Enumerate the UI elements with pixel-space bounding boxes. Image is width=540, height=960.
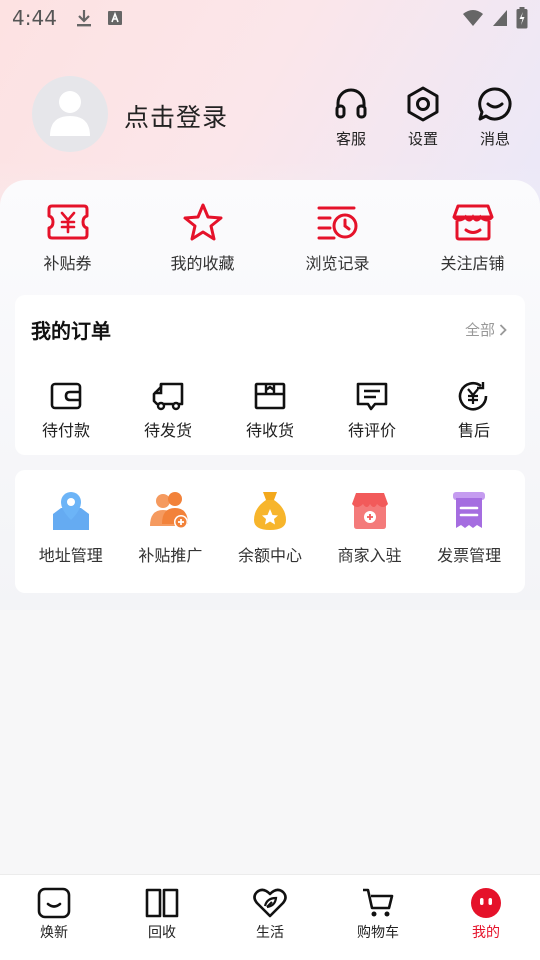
status-time: 4:44 [12,6,57,30]
smile-box-icon [37,887,71,919]
history-icon [317,206,357,240]
settings-label: 设置 [407,130,438,148]
font-badge-icon [107,11,122,25]
star-icon [183,203,222,241]
orders-view-all-label: 全部 [464,321,495,339]
nav-label: 焕新 [40,925,68,941]
quick-link-label: 关注店铺 [440,254,505,273]
quick-link-coupons[interactable]: 补贴券 [0,202,135,274]
truck-icon [152,382,184,411]
wallet-icon [50,382,82,410]
order-item-label: 待收货 [245,421,294,440]
customer-service-button[interactable]: 客服 [321,86,381,149]
money-bag-icon [253,492,286,530]
tool-label: 余额中心 [237,546,302,565]
users-add-icon [150,492,189,529]
order-pending-shipment[interactable]: 待发货 [117,381,219,441]
quick-link-label: 我的收藏 [170,254,235,273]
messages-button[interactable]: 消息 [465,86,525,149]
order-after-sales[interactable]: 售后 [423,381,525,441]
quick-link-label: 浏览记录 [305,254,370,273]
quick-link-label: 补贴券 [43,254,92,273]
user-placeholder-icon [50,91,90,136]
settings-icon [407,86,439,122]
coupon-icon [47,204,88,240]
cart-icon [363,888,394,917]
battery-icon [516,7,528,29]
package-icon [254,382,286,410]
tool-balance-center[interactable]: 余额中心 [220,490,320,566]
bottom-nav: 焕新 回收 生活 购物车 我的 [0,874,540,960]
nav-renew[interactable]: 焕新 [0,875,108,960]
tool-label: 发票管理 [437,546,502,565]
tool-label: 地址管理 [38,546,103,565]
tool-subsidy-promotion[interactable]: 补贴推广 [121,490,221,566]
orders-view-all-button[interactable]: 全部 [465,319,507,340]
quick-link-followed-stores[interactable]: 关注店铺 [405,202,540,274]
book-icon [145,888,179,918]
nav-me[interactable]: 我的 [432,875,540,960]
orders-card: 我的订单 全部 待付款 待发货 待收货 待评价 售后 [15,295,525,455]
order-item-label: 待评价 [347,421,396,440]
nav-label: 我的 [472,925,500,941]
tool-merchant-onboarding[interactable]: 商家入驻 [320,490,420,566]
order-item-label: 待付款 [41,421,90,440]
order-item-label: 售后 [457,421,490,440]
comment-icon [356,382,388,411]
nav-life[interactable]: 生活 [216,875,324,960]
headset-icon [335,88,367,119]
customer-service-label: 客服 [335,130,366,148]
invoice-icon [453,492,486,528]
settings-button[interactable]: 设置 [393,86,453,149]
nav-label: 生活 [256,925,284,941]
orders-title: 我的订单 [31,319,111,343]
nav-cart[interactable]: 购物车 [324,875,432,960]
tool-label: 补贴推广 [138,546,203,565]
login-button[interactable]: 点击登录 [124,98,228,134]
nav-recycle[interactable]: 回收 [108,875,216,960]
message-icon [478,87,512,121]
status-bar: 4:44 [0,0,540,36]
messages-label: 消息 [479,130,510,148]
profile-header: 点击登录 客服 设置 消息 [0,76,540,156]
me-face-icon [471,888,501,918]
signal-icon [493,10,507,26]
nav-label: 回收 [148,925,176,941]
quick-link-history[interactable]: 浏览记录 [270,202,405,274]
map-pin-icon [52,492,89,530]
shop-icon [351,493,388,529]
order-item-label: 待发货 [143,421,192,440]
tool-label: 商家入驻 [337,546,402,565]
nav-label: 购物车 [357,925,399,941]
avatar[interactable] [32,76,108,152]
tool-invoice-management[interactable]: 发票管理 [419,490,519,566]
quick-link-favorites[interactable]: 我的收藏 [135,202,270,274]
refund-icon [458,381,488,411]
chevron-right-icon [499,323,507,336]
tools-card: 地址管理 补贴推广 余额中心 商家入驻 发票管理 [15,470,525,593]
order-pending-payment[interactable]: 待付款 [15,381,117,441]
download-icon [76,10,91,27]
heart-leaf-icon [253,888,287,918]
wifi-icon [463,10,483,26]
store-icon [452,204,493,241]
order-pending-review[interactable]: 待评价 [321,381,423,441]
order-pending-receipt[interactable]: 待收货 [219,381,321,441]
tool-address-management[interactable]: 地址管理 [21,490,121,566]
